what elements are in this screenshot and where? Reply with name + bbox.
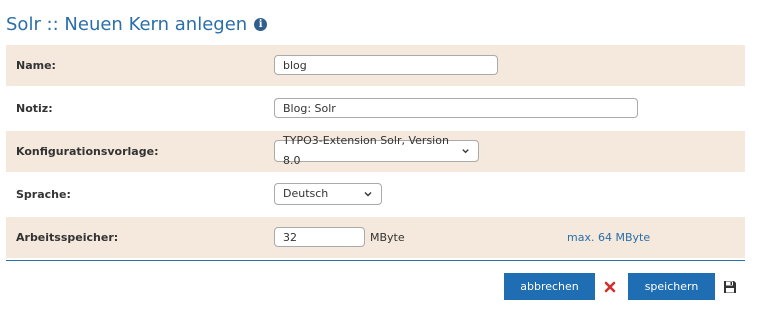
form-row-name: Name: [6,45,745,88]
sprache-selected-value: Deutsch [283,187,329,200]
form-row-konfiguration: Konfigurationsvorlage: TYPO3-Extension S… [6,131,745,174]
konfiguration-selected-value: TYPO3-Extension Solr, Version 8.0 [283,134,449,167]
cancel-button[interactable]: abbrechen [504,273,595,300]
form-row-arbeitsspeicher: Arbeitsspeicher: MByte max. 64 MByte [6,217,745,260]
arbeitsspeicher-max-hint: max. 64 MByte [567,231,651,244]
close-icon[interactable] [597,273,623,300]
form-row-notiz: Notiz: [6,88,745,131]
konfiguration-label: Konfigurationsvorlage: [16,145,159,158]
chevron-down-icon [364,192,372,197]
core-form: Name: Notiz: Konfigurationsvorlage: TYPO… [6,45,745,261]
save-button[interactable]: speichern [628,273,715,300]
name-label: Name: [16,59,56,72]
notiz-input[interactable] [274,98,638,118]
sprache-label: Sprache: [16,188,71,201]
name-input[interactable] [274,55,498,75]
arbeitsspeicher-input[interactable] [274,227,365,247]
page-title: Solr :: Neuen Kern anlegen i [6,14,268,35]
chevron-down-icon [462,149,469,154]
sprache-select[interactable]: Deutsch [274,183,382,205]
konfiguration-select[interactable]: TYPO3-Extension Solr, Version 8.0 [274,134,479,167]
info-icon[interactable]: i [254,18,268,31]
notiz-label: Notiz: [16,102,53,115]
arbeitsspeicher-label: Arbeitsspeicher: [16,231,119,244]
arbeitsspeicher-unit: MByte [370,231,405,244]
floppy-disk-icon[interactable] [717,273,743,300]
form-row-sprache: Sprache: Deutsch [6,174,745,217]
page-title-text: Solr :: Neuen Kern anlegen [6,14,248,35]
